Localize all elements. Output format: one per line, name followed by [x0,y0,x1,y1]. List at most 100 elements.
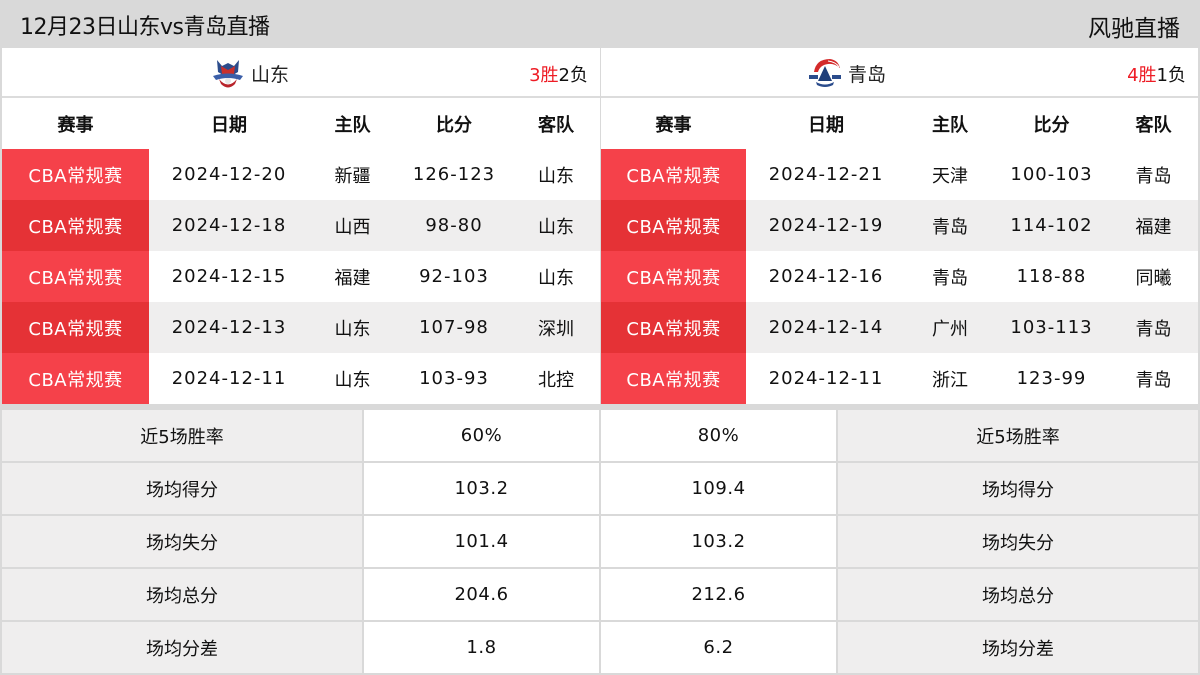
right-losses-count: 1 [1156,65,1168,86]
table-row: CBA常规赛 2024-12-20 新疆 126-123 山东 [2,149,600,200]
score-cell: 103-113 [994,302,1109,353]
left-team-header: 山东 3胜2负 [2,48,600,98]
away-cell: 青岛 [1109,353,1198,404]
home-cell: 新疆 [309,149,396,200]
stat-label-right: 近5场胜率 [838,410,1198,461]
col-away: 客队 [1109,98,1198,149]
col-date: 日期 [149,98,309,149]
table-row: CBA常规赛 2024-12-19 青岛 114-102 福建 [601,200,1198,251]
stats-comparison: 近5场胜率 60% 80% 近5场胜率 场均得分 103.2 109.4 场均得… [0,409,1200,675]
stat-row-avg-total: 场均总分 204.6 212.6 场均总分 [0,569,1200,620]
score-cell: 92-103 [396,251,512,302]
score-cell: 126-123 [396,149,512,200]
stat-value-right: 80% [601,410,836,461]
left-team-name: 山东 [251,63,290,86]
league-cell: CBA常规赛 [601,302,746,353]
brand-name: 风驰直播 [1088,16,1180,42]
stat-label-left: 场均失分 [2,516,362,567]
right-team-panel: 青岛 4胜1负 赛事 日期 主队 比分 客队 CBA常规赛 2024-12-21… [601,48,1198,404]
score-cell: 98-80 [396,200,512,251]
stat-value-left: 204.6 [364,569,599,620]
league-cell: CBA常规赛 [601,200,746,251]
stat-value-left: 103.2 [364,463,599,514]
date-cell: 2024-12-11 [746,353,906,404]
stat-row-win-rate: 近5场胜率 60% 80% 近5场胜率 [0,410,1200,461]
right-games-table: 赛事 日期 主队 比分 客队 CBA常规赛 2024-12-21 天津 100-… [601,98,1198,404]
league-cell: CBA常规赛 [2,149,149,200]
date-cell: 2024-12-11 [149,353,309,404]
qingdao-logo-icon [809,59,841,87]
stat-value-left: 101.4 [364,516,599,567]
col-home: 主队 [906,98,994,149]
league-cell: CBA常规赛 [601,251,746,302]
left-games-table: 赛事 日期 主队 比分 客队 CBA常规赛 2024-12-20 新疆 126-… [2,98,600,404]
score-cell: 100-103 [994,149,1109,200]
right-team-title: 青岛 [806,48,886,98]
stat-row-avg-margin: 场均分差 1.8 6.2 场均分差 [0,622,1200,673]
score-cell: 123-99 [994,353,1109,404]
date-cell: 2024-12-19 [746,200,906,251]
stat-label-left: 场均分差 [2,622,362,673]
table-header-row: 赛事 日期 主队 比分 客队 [601,98,1198,149]
table-row: CBA常规赛 2024-12-14 广州 103-113 青岛 [601,302,1198,353]
home-cell: 青岛 [906,251,994,302]
score-cell: 107-98 [396,302,512,353]
score-cell: 103-93 [396,353,512,404]
home-cell: 广州 [906,302,994,353]
table-row: CBA常规赛 2024-12-18 山西 98-80 山东 [2,200,600,251]
col-score: 比分 [396,98,512,149]
right-wins-count: 4 [1127,65,1139,86]
home-cell: 天津 [906,149,994,200]
date-cell: 2024-12-18 [149,200,309,251]
stat-label-left: 近5场胜率 [2,410,362,461]
right-team-record: 4胜1负 [1127,61,1186,87]
stat-label-right: 场均总分 [838,569,1198,620]
right-wins-label: 胜 [1138,65,1157,86]
right-losses-label: 负 [1168,65,1186,86]
league-cell: CBA常规赛 [601,149,746,200]
col-score: 比分 [994,98,1109,149]
home-cell: 福建 [309,251,396,302]
stat-label-right: 场均分差 [838,622,1198,673]
date-cell: 2024-12-21 [746,149,906,200]
left-losses-count: 2 [558,65,570,86]
away-cell: 青岛 [1109,149,1198,200]
stat-label-left: 场均总分 [2,569,362,620]
league-cell: CBA常规赛 [601,353,746,404]
stat-value-right: 109.4 [601,463,836,514]
stat-value-right: 212.6 [601,569,836,620]
home-cell: 山东 [309,353,396,404]
table-header-row: 赛事 日期 主队 比分 客队 [2,98,600,149]
col-league: 赛事 [601,98,746,149]
table-row: CBA常规赛 2024-12-16 青岛 118-88 同曦 [601,251,1198,302]
away-cell: 同曦 [1109,251,1198,302]
stat-value-left: 1.8 [364,622,599,673]
stat-label-right: 场均失分 [838,516,1198,567]
date-cell: 2024-12-15 [149,251,309,302]
left-losses-label: 负 [570,65,588,86]
stat-value-left: 60% [364,410,599,461]
stat-row-avg-allowed: 场均失分 101.4 103.2 场均失分 [0,516,1200,567]
league-cell: CBA常规赛 [2,302,149,353]
left-team-record: 3胜2负 [529,61,588,87]
date-cell: 2024-12-16 [746,251,906,302]
date-cell: 2024-12-14 [746,302,906,353]
away-cell: 山东 [512,149,600,200]
score-cell: 114-102 [994,200,1109,251]
stat-value-right: 6.2 [601,622,836,673]
stat-label-right: 场均得分 [838,463,1198,514]
stat-label-left: 场均得分 [2,463,362,514]
away-cell: 福建 [1109,200,1198,251]
col-league: 赛事 [2,98,149,149]
away-cell: 山东 [512,200,600,251]
left-wins-label: 胜 [540,65,559,86]
left-team-title: 山东 [209,48,289,98]
page-title: 12月23日山东vs青岛直播 [20,15,270,40]
league-cell: CBA常规赛 [2,251,149,302]
table-row: CBA常规赛 2024-12-11 山东 103-93 北控 [2,353,600,404]
title-bar: 12月23日山东vs青岛直播 风驰直播 [0,0,1200,48]
away-cell: 深圳 [512,302,600,353]
col-date: 日期 [746,98,906,149]
home-cell: 青岛 [906,200,994,251]
left-team-panel: 山东 3胜2负 赛事 日期 主队 比分 客队 CBA常规赛 2024-12-20… [2,48,600,404]
